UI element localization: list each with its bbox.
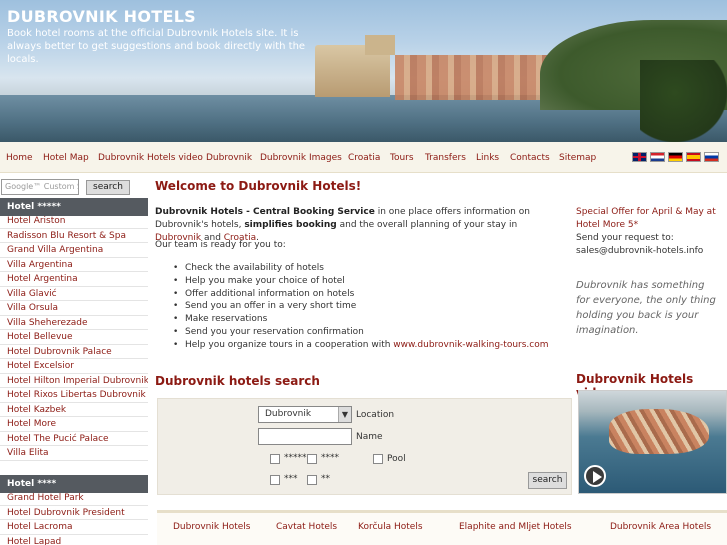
nav-contacts[interactable]: Contacts: [510, 153, 550, 163]
list-item: Check the availability of hotels: [173, 262, 573, 275]
link-dubrovnik-area-hotels[interactable]: Dubrovnik Area Hotels: [610, 522, 711, 532]
nav-sitemap[interactable]: Sitemap: [559, 153, 596, 163]
sidebar-hotel-link[interactable]: Hotel Excelsior: [0, 359, 148, 374]
page-title: Welcome to Dubrovnik Hotels!: [155, 179, 362, 193]
sidebar-hotel-link[interactable]: Villa Orsula: [0, 301, 148, 316]
sidebar-hotel-link[interactable]: Villa Argentina: [0, 258, 148, 272]
sidebar-hotel-link[interactable]: Hotel Lapad: [0, 535, 148, 545]
nav-home[interactable]: Home: [6, 153, 33, 163]
sidebar-hotel-link[interactable]: Hotel Hilton Imperial Dubrovnik: [0, 374, 148, 388]
intro-bold-service: Dubrovnik Hotels - Central Booking Servi…: [155, 207, 375, 217]
city-aerial-image: [609, 409, 709, 454]
language-flags: [632, 152, 719, 162]
sidebar-hotel-link[interactable]: Hotel Lacroma: [0, 520, 148, 535]
link-korcula-hotels[interactable]: Korčula Hotels: [358, 522, 423, 532]
sidebar-hotel-link[interactable]: Hotel Kazbek: [0, 403, 148, 417]
label-5-stars: *****: [284, 453, 307, 463]
label-3-stars: ***: [284, 474, 298, 484]
label-2-stars: **: [321, 474, 330, 484]
nav-hotels-video[interactable]: Dubrovnik Hotels video: [98, 153, 203, 163]
site-tagline: Book hotel rooms at the official Dubrovn…: [7, 28, 306, 65]
checkbox-2-stars[interactable]: [307, 475, 317, 485]
link-cavtat-hotels[interactable]: Cavtat Hotels: [276, 522, 337, 532]
palm-tree-image: [640, 60, 727, 142]
sidebar-hotel-link[interactable]: Hotel Ariston: [0, 214, 148, 229]
sidebar-list-4star: Grand Hotel Park Hotel Dubrovnik Presiden…: [0, 491, 148, 545]
intro-text: and the overall planning of your stay in: [336, 220, 518, 230]
croatia-flag-icon[interactable]: [650, 152, 665, 162]
russia-flag-icon[interactable]: [704, 152, 719, 162]
nav-croatia[interactable]: Croatia: [348, 153, 380, 163]
sidebar-hotel-link[interactable]: Hotel Argentina: [0, 272, 148, 287]
special-offer-link[interactable]: Special Offer for April & May at Hotel M…: [576, 206, 727, 232]
sales-email-link[interactable]: sales@dubrovnik-hotels.info: [576, 245, 727, 258]
checkbox-3-stars[interactable]: [270, 475, 280, 485]
hotel-name-input[interactable]: [258, 428, 352, 445]
checkbox-4-stars[interactable]: [307, 454, 317, 464]
list-item: Help you organize tours in a cooperation…: [173, 339, 573, 352]
sidebar-hotel-link[interactable]: Hotel Rixos Libertas Dubrovnik: [0, 388, 148, 403]
sidebar-hotel-link[interactable]: Hotel Dubrovnik Palace: [0, 345, 148, 359]
dubrovnik-quote: Dubrovnik has something for everyone, th…: [576, 280, 716, 336]
name-label: Name: [356, 432, 383, 442]
walking-tours-link[interactable]: www.dubrovnik-walking-tours.com: [393, 340, 548, 350]
sidebar-hotel-link[interactable]: Villa Glavić: [0, 287, 148, 301]
nav-hotel-map[interactable]: Hotel Map: [43, 153, 89, 163]
location-label: Location: [356, 410, 395, 420]
sidebar-hotel-link[interactable]: Grand Hotel Park: [0, 491, 148, 506]
hotel-search-button[interactable]: search: [528, 472, 567, 489]
label-4-stars: ****: [321, 453, 339, 463]
link-elaphite-mljet-hotels[interactable]: Elaphite and Mljet Hotels: [459, 522, 572, 532]
label-pool: Pool: [387, 454, 406, 464]
nav-dubrovnik[interactable]: Dubrovnik: [206, 153, 252, 163]
nav-dubrovnik-images[interactable]: Dubrovnik Images: [260, 153, 342, 163]
link-dubrovnik-hotels[interactable]: Dubrovnik Hotels: [173, 522, 251, 532]
chevron-down-icon: ▼: [338, 407, 351, 422]
uk-flag-icon[interactable]: [632, 152, 647, 162]
sidebar-list-5star: Hotel Ariston Radisson Blu Resort & Spa Gr…: [0, 214, 148, 461]
nav-links[interactable]: Links: [476, 153, 499, 163]
intro-bold-booking: simplifies booking: [244, 220, 337, 230]
sidebar-hotel-link[interactable]: Grand Villa Argentina: [0, 243, 148, 258]
main-nav: Home Hotel Map Dubrovnik Hotels video Du…: [0, 142, 727, 173]
spain-flag-icon[interactable]: [686, 152, 701, 162]
fortress-tower-image: [365, 35, 395, 55]
checkbox-pool[interactable]: [373, 454, 383, 464]
sidebar-hotel-link[interactable]: Villa Sheherezade: [0, 316, 148, 330]
google-search-input[interactable]: Google™ Custom Search: [1, 179, 79, 195]
sidebar-hotel-link[interactable]: Hotel More: [0, 417, 148, 432]
list-item: Send you your reservation confirmation: [173, 326, 573, 339]
location-selected-value: Dubrovnik: [265, 409, 312, 419]
sidebar-hotel-link[interactable]: Villa Elita: [0, 446, 148, 461]
list-item: Offer additional information on hotels: [173, 288, 573, 301]
list-item: Send you an offer in a very short time: [173, 300, 573, 313]
list-item-text: Help you organize tours in a cooperation…: [185, 339, 394, 350]
offer-request-text: Send your request to:: [576, 233, 674, 243]
sidebar-hotel-link[interactable]: Hotel Dubrovnik President: [0, 506, 148, 520]
sidebar-hotel-link[interactable]: Hotel Bellevue: [0, 330, 148, 345]
team-ready-text: Our team is ready for you to:: [155, 240, 286, 250]
special-offer-block: Special Offer for April & May at Hotel M…: [576, 206, 727, 258]
germany-flag-icon[interactable]: [668, 152, 683, 162]
play-icon[interactable]: [584, 465, 606, 487]
sidebar-hotel-link[interactable]: Hotel The Pucić Palace: [0, 432, 148, 446]
list-item: Help you make your choice of hotel: [173, 275, 573, 288]
hotel-search-title: Dubrovnik hotels search: [155, 374, 320, 388]
services-list: Check the availability of hotels Help yo…: [173, 262, 573, 352]
nav-transfers[interactable]: Transfers: [425, 153, 466, 163]
checkbox-5-stars[interactable]: [270, 454, 280, 464]
location-select[interactable]: Dubrovnik ▼: [258, 406, 352, 423]
list-item: Make reservations: [173, 313, 573, 326]
nav-tours[interactable]: Tours: [390, 153, 414, 163]
site-title[interactable]: DUBROVNIK HOTELS: [7, 7, 196, 26]
google-search-button[interactable]: search: [86, 180, 130, 195]
sidebar-hotel-link[interactable]: Radisson Blu Resort & Spa: [0, 229, 148, 243]
header-banner: DUBROVNIK HOTELS Book hotel rooms at the…: [0, 0, 727, 142]
region-links-bar: Dubrovnik Hotels Cavtat Hotels Korčula H…: [157, 510, 727, 545]
